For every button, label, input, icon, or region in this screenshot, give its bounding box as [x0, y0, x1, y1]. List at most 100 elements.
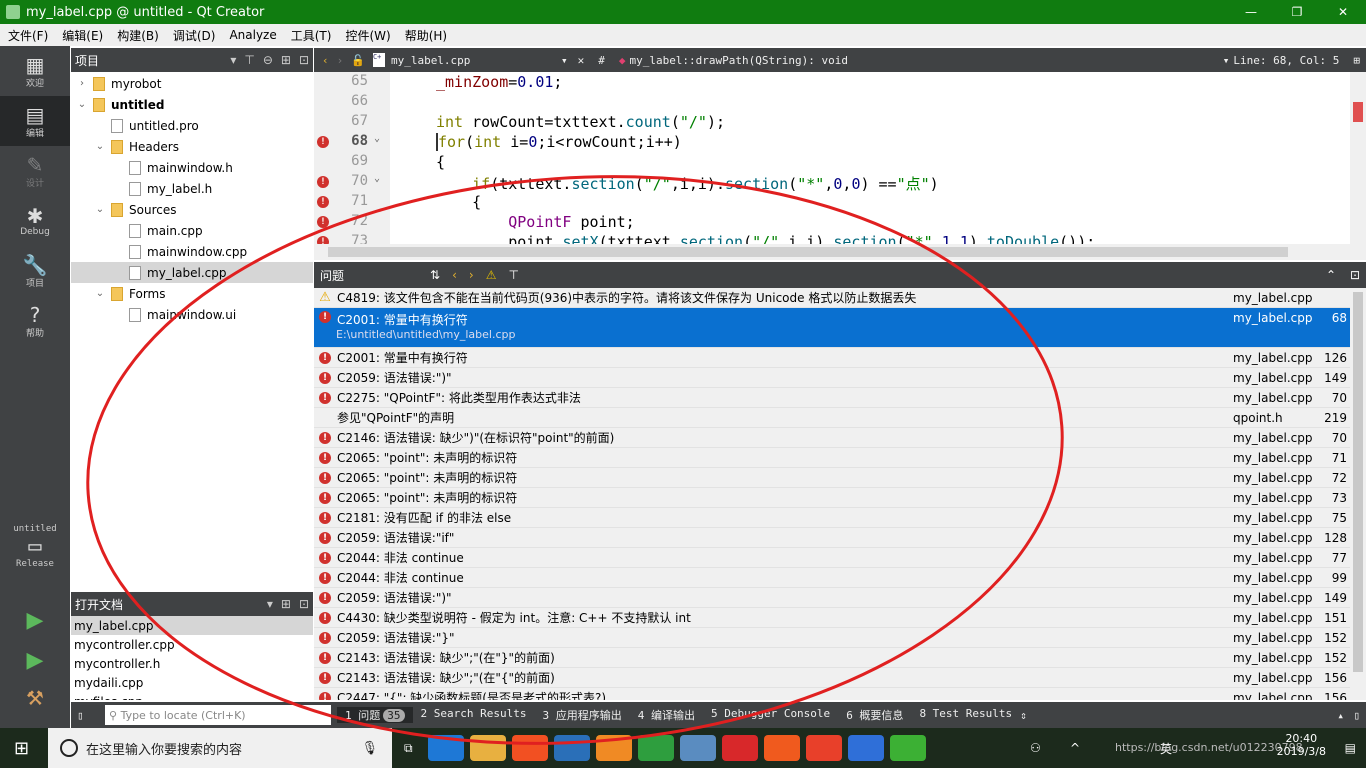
- output-tab[interactable]: 4 编译输出: [630, 707, 703, 723]
- cursor-position[interactable]: Line: 68, Col: 5: [1233, 54, 1339, 67]
- filter-icon[interactable]: ⊤: [244, 53, 254, 67]
- expand-arrow-icon[interactable]: ⌄: [93, 288, 107, 299]
- taskbar-app-icon[interactable]: [847, 735, 884, 761]
- run-button[interactable]: ▶: [0, 608, 70, 633]
- open-document-item[interactable]: mydaili.cpp: [71, 673, 313, 692]
- menu-item[interactable]: 控件(W): [337, 27, 396, 44]
- issue-row[interactable]: ! C2143: 语法错误: 缺少";"(在"}"的前面) my_label.cpp…: [314, 648, 1350, 668]
- issue-row[interactable]: ! C2001: 常量中有换行符 my_label.cpp 126: [314, 348, 1350, 368]
- people-icon[interactable]: ⚇: [1030, 741, 1041, 755]
- issue-row[interactable]: ! C4430: 缺少类型说明符 - 假定为 int。注意: C++ 不支持默认 …: [314, 608, 1350, 628]
- menu-item[interactable]: 工具(T): [283, 27, 338, 44]
- error-marker-icon[interactable]: !: [317, 236, 329, 244]
- maximize-pane-icon[interactable]: ⌃: [1326, 268, 1336, 282]
- debug-run-button[interactable]: ▶: [0, 648, 70, 673]
- expand-arrow-icon[interactable]: ⌄: [93, 204, 107, 215]
- close-output-icon[interactable]: ▯: [1353, 709, 1360, 722]
- issue-row[interactable]: ! C2447: "{": 缺少函数标题(是否是老式的形式表?) my_label.…: [314, 688, 1350, 700]
- minimize-button[interactable]: —: [1228, 0, 1274, 24]
- horizontal-scrollbar[interactable]: [314, 244, 1350, 260]
- mode-grid[interactable]: ▦ 欢迎: [0, 46, 70, 96]
- issue-row[interactable]: ⚠ C4819: 该文件包含不能在当前代码页(936)中表示的字符。请将该文件保存…: [314, 288, 1350, 308]
- chevron-down-icon[interactable]: ▾: [1223, 54, 1230, 67]
- output-tab[interactable]: 2 Search Results: [413, 707, 535, 723]
- tree-item[interactable]: mainwindow.ui: [71, 304, 313, 325]
- tree-item[interactable]: mainwindow.h: [71, 157, 313, 178]
- taskbar-search[interactable]: 在这里输入你要搜索的内容 🎙: [48, 728, 392, 768]
- taskbar-app-icon[interactable]: [721, 735, 758, 761]
- task-view-icon[interactable]: ⧉: [404, 741, 413, 756]
- document-selector[interactable]: my_label.cpp: [391, 54, 561, 67]
- tree-item[interactable]: ⌄ Sources: [71, 199, 313, 220]
- close-button[interactable]: ✕: [1320, 0, 1366, 24]
- issue-row[interactable]: 参见"QPointF"的声明 qpoint.h 219: [314, 408, 1350, 428]
- issues-scrollbar[interactable]: [1350, 288, 1366, 700]
- mode-bug[interactable]: ✱ Debug: [0, 196, 70, 246]
- tree-item[interactable]: ⌄ Headers: [71, 136, 313, 157]
- issue-row[interactable]: ! C2044: 非法 continue my_label.cpp 99: [314, 568, 1350, 588]
- taskbar-app-icon[interactable]: [553, 735, 590, 761]
- kit-selector[interactable]: untitled ▭ Release: [0, 524, 70, 569]
- output-tab[interactable]: 1 问题 35: [337, 707, 413, 723]
- taskbar-app-icon[interactable]: [889, 735, 926, 761]
- maximize-button[interactable]: ❐: [1274, 0, 1320, 24]
- issue-row[interactable]: ! C2275: "QPointF": 将此类型用作表达式非法 my_label.c…: [314, 388, 1350, 408]
- tree-item[interactable]: mainwindow.cpp: [71, 241, 313, 262]
- issue-row[interactable]: ! C2059: 语法错误:")" my_label.cpp 149: [314, 588, 1350, 608]
- issue-row[interactable]: ! C2181: 没有匹配 if 的非法 else my_label.cpp 75: [314, 508, 1350, 528]
- issue-row[interactable]: ! C2065: "point": 未声明的标识符 my_label.cpp 72: [314, 468, 1350, 488]
- taskbar-app-icon[interactable]: [637, 735, 674, 761]
- tree-item[interactable]: ⌄ Forms: [71, 283, 313, 304]
- more-tabs-icon[interactable]: ⇕: [1020, 709, 1027, 722]
- taskbar-app-icon[interactable]: [805, 735, 842, 761]
- issue-row[interactable]: ! C2059: 语法错误:"}" my_label.cpp 152: [314, 628, 1350, 648]
- expand-arrow-icon[interactable]: ›: [75, 78, 89, 89]
- fold-chevron-icon[interactable]: ⌄: [374, 133, 380, 144]
- taskbar-app-icon[interactable]: [763, 735, 800, 761]
- vertical-scrollbar[interactable]: [1350, 72, 1366, 260]
- error-marker-icon[interactable]: !: [317, 176, 329, 188]
- tree-item[interactable]: main.cpp: [71, 220, 313, 241]
- issue-row[interactable]: ! C2065: "point": 未声明的标识符 my_label.cpp 71: [314, 448, 1350, 468]
- tree-item[interactable]: › myrobot: [71, 73, 313, 94]
- build-hammer-button[interactable]: ⚒: [0, 686, 70, 710]
- toggle-sidebar-icon[interactable]: ▯: [77, 709, 84, 722]
- maximize-output-icon[interactable]: ▴: [1337, 709, 1344, 722]
- back-icon[interactable]: ‹: [322, 54, 329, 67]
- next-issue-icon[interactable]: ›: [469, 268, 474, 282]
- tree-item[interactable]: ⌄ untitled: [71, 94, 313, 115]
- chevron-down-icon[interactable]: ▾: [561, 54, 568, 67]
- issue-row[interactable]: ! C2059: 语法错误:"if" my_label.cpp 128: [314, 528, 1350, 548]
- dropdown-icon[interactable]: ▾: [230, 53, 236, 67]
- notification-icon[interactable]: ▤: [1345, 741, 1356, 755]
- close-pane-icon[interactable]: ⊡: [299, 53, 309, 67]
- menu-item[interactable]: Analyze: [221, 28, 282, 42]
- split-icon[interactable]: ⊞: [281, 597, 291, 611]
- symbol-selector[interactable]: my_label::drawPath(QString): void: [629, 54, 1222, 67]
- close-pane-icon[interactable]: ⊡: [1350, 268, 1360, 282]
- start-button[interactable]: ⊞: [14, 738, 29, 759]
- taskbar-app-icon[interactable]: [511, 735, 548, 761]
- close-document-button[interactable]: ✕: [578, 54, 585, 67]
- locator-input[interactable]: ⚲ Type to locate (Ctrl+K): [105, 705, 331, 725]
- taskbar-app-icon[interactable]: [469, 735, 506, 761]
- open-document-item[interactable]: myfiles.cpp: [71, 692, 313, 701]
- warning-filter-icon[interactable]: ⚠: [486, 268, 497, 282]
- split-icon[interactable]: ⊞: [281, 53, 291, 67]
- taskbar-app-icon[interactable]: [679, 735, 716, 761]
- tray-expand-icon[interactable]: ^: [1070, 741, 1080, 755]
- tree-item[interactable]: my_label.cpp: [71, 262, 313, 283]
- menu-item[interactable]: 调试(D): [165, 27, 222, 44]
- output-tab[interactable]: 3 应用程序输出: [534, 707, 629, 723]
- tree-item[interactable]: my_label.h: [71, 178, 313, 199]
- error-marker-icon[interactable]: !: [317, 136, 329, 148]
- dropdown-icon[interactable]: ▾: [267, 597, 273, 611]
- issue-row[interactable]: ! C2065: "point": 未声明的标识符 my_label.cpp 73: [314, 488, 1350, 508]
- mode-wrench[interactable]: 🔧 项目: [0, 246, 70, 296]
- output-tab[interactable]: 5 Debugger Console: [703, 707, 838, 723]
- output-tab[interactable]: 8 Test Results: [911, 707, 1020, 723]
- open-document-item[interactable]: my_label.cpp: [71, 616, 313, 635]
- close-pane-icon[interactable]: ⊡: [299, 597, 309, 611]
- mode-edit[interactable]: ▤ 编辑: [0, 96, 70, 146]
- menu-item[interactable]: 编辑(E): [54, 27, 109, 44]
